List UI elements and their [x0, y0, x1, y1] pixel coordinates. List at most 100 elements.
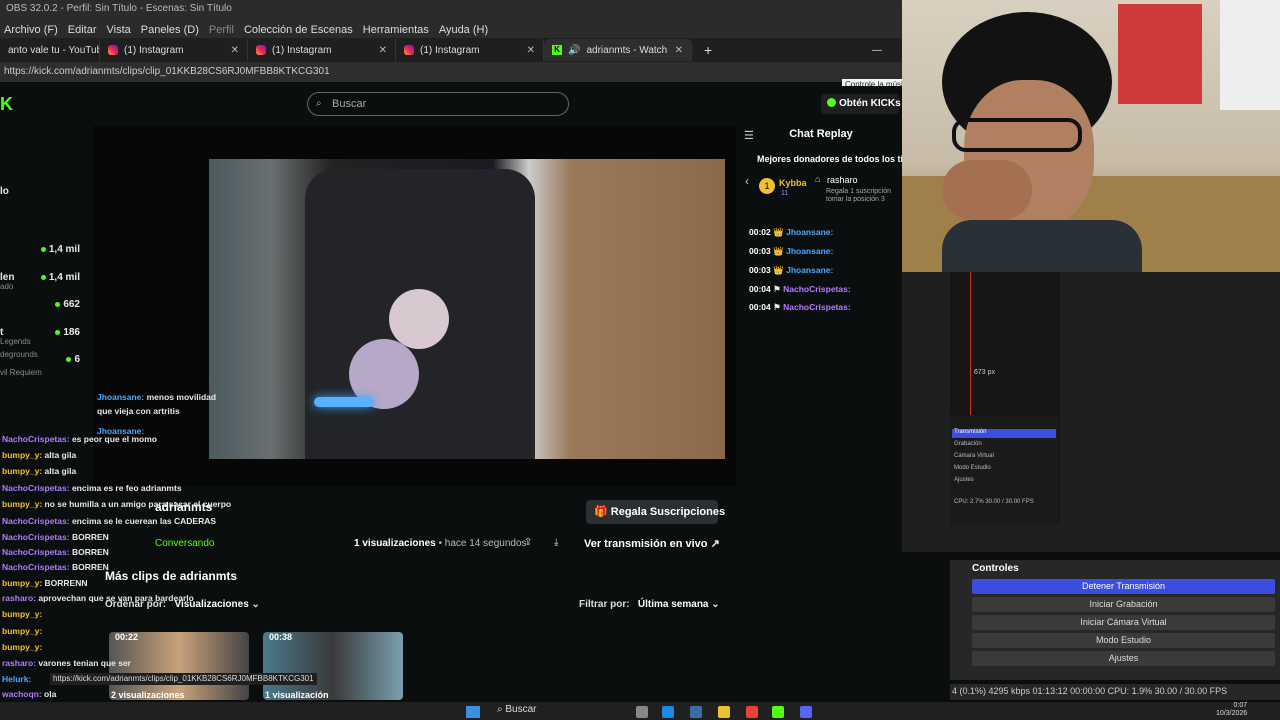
crown-icon: 👑 — [773, 265, 784, 275]
minimize-icon[interactable]: — — [872, 45, 882, 56]
tab-instagram-3[interactable]: (1) Instagram ✕ — [396, 39, 544, 61]
taskview-icon[interactable] — [636, 706, 648, 718]
overlay-line: bumpy_y: BORRENN — [2, 578, 88, 588]
address-bar[interactable]: https://kick.com/adrianmts/clips/clip_01… — [0, 62, 902, 82]
kick-logo[interactable]: K — [0, 94, 13, 115]
gift-subs-button[interactable]: 🎁 Regala Suscripciones — [586, 500, 725, 524]
menu-vista[interactable]: Vista — [107, 24, 131, 38]
overlay-line: Helurk: — [2, 674, 32, 684]
tab-kick[interactable]: K 🔊 adrianmts - Watch clips on Ki ✕ — [544, 39, 692, 61]
streamer-shirt — [942, 220, 1142, 272]
tab-instagram-1[interactable]: (1) Instagram ✕ — [100, 39, 248, 61]
video-frame[interactable] — [209, 159, 725, 459]
new-tab-icon[interactable]: + — [704, 42, 712, 58]
controls-title: Controles — [972, 563, 1019, 574]
overlay-line: rasharo: varones tenian que ser — [2, 658, 131, 668]
close-icon[interactable]: ✕ — [675, 45, 683, 56]
webcam-feed — [902, 0, 1280, 272]
kick-taskbar-icon[interactable] — [772, 706, 784, 718]
settings-button[interactable]: Ajustes — [972, 651, 1275, 666]
obs-status-bar: 4 (0.1%) 4295 kbps 01:13:12 00:00:00 CPU… — [950, 684, 1280, 700]
status-url: https://kick.com/adrianmts/clips/clip_01… — [50, 673, 317, 685]
chevron-down-icon: ⌄ — [251, 599, 260, 610]
stop-stream-button[interactable]: Detener Transmisión — [972, 579, 1275, 594]
obs-px-readout: 673 px — [974, 369, 996, 376]
overlay-line: bumpy_y: — [2, 609, 43, 619]
clip-thumbnail[interactable]: 00:38 1 visualización — [263, 632, 403, 700]
menu-perfil[interactable]: Perfil — [209, 24, 234, 38]
chevron-left-icon[interactable]: ‹ — [745, 174, 749, 188]
overlay-line: NachoCrispetas: es peor que el momo — [2, 434, 157, 444]
chrome-icon[interactable] — [746, 706, 758, 718]
overlay-line: NachoCrispetas: BORREN — [2, 532, 109, 542]
filter-by[interactable]: Filtrar por: Última semana ⌄ — [579, 599, 720, 610]
watch-live-button[interactable]: Ver transmisión en vivo ↗ — [584, 537, 720, 550]
obs-title: OBS 32.0.2 - Perfil: Sin Título - Escena… — [0, 0, 902, 22]
donor-name: Kybba — [779, 178, 807, 188]
folder-icon[interactable] — [718, 706, 730, 718]
chat-line: 00:03 👑 Jhoansane: — [749, 265, 834, 275]
tab-label: anto vale tu - YouTube — [8, 44, 100, 56]
crown-icon: 👑 — [773, 246, 784, 256]
menu-coleccion[interactable]: Colección de Escenas — [244, 24, 353, 38]
donor-count: 11 — [781, 190, 789, 197]
share-icon[interactable]: ⇪ — [524, 537, 532, 548]
close-icon[interactable]: ✕ — [527, 45, 535, 56]
wall-poster — [1118, 4, 1202, 104]
tab-instagram-2[interactable]: (1) Instagram ✕ — [248, 39, 396, 61]
menu-herramientas[interactable]: Herramientas — [363, 24, 429, 38]
studio-mode-button[interactable]: Modo Estudio — [972, 633, 1275, 648]
discord-icon[interactable] — [800, 706, 812, 718]
tab-label: (1) Instagram — [124, 44, 184, 56]
menu-editar[interactable]: Editar — [68, 24, 97, 38]
speaker-icon[interactable]: 🔊 — [568, 45, 580, 56]
kicks-icon — [827, 98, 836, 107]
search-icon: ⌕ — [316, 98, 322, 109]
chat-line: 00:02 👑 Jhoansane: — [749, 227, 834, 237]
tab-youtube[interactable]: anto vale tu - YouTube ✕ — [0, 39, 100, 61]
overlay-line: NachoCrispetas: encima se le cuerean las… — [2, 516, 217, 526]
crown-icon: 👑 — [773, 227, 784, 237]
chat-replay-title: Chat Replay — [789, 128, 853, 140]
close-icon[interactable]: ✕ — [379, 45, 387, 56]
kick-icon: K — [552, 45, 562, 55]
instagram-icon — [256, 45, 266, 55]
gift-icon: 🎁 — [594, 506, 608, 518]
obs-mini-controls: Transmisión Grabación Cámara Virtual Mod… — [950, 415, 1058, 525]
menu-archivo[interactable]: Archivo (F) — [4, 24, 58, 38]
start-recording-button[interactable]: Iniciar Grabación — [972, 597, 1275, 612]
gifter-name: rasharo — [827, 175, 858, 185]
search-input[interactable]: ⌕ Buscar — [307, 92, 569, 116]
donors-title: Mejores donadores de todos los ti — [757, 154, 904, 164]
instagram-icon — [108, 45, 118, 55]
overlay-line: wachoqn: ola — [2, 689, 57, 699]
browser-tabbar: anto vale tu - YouTube ✕ (1) Instagram ✕… — [0, 38, 902, 62]
clip-meta: 1 visualizaciones • hace 14 segundos — [354, 538, 527, 549]
windows-start-icon[interactable] — [466, 706, 480, 718]
get-kicks-label: Obtén KICKs — [839, 98, 901, 109]
wall-poster — [1220, 0, 1280, 110]
virtual-camera-button[interactable]: Iniciar Cámara Virtual — [972, 615, 1275, 630]
taskbar-search[interactable]: ⌕ Buscar — [497, 704, 537, 715]
taskbar-clock: 0:07 10/3/2026 — [1216, 702, 1248, 717]
close-icon[interactable]: ✕ — [231, 45, 239, 56]
overlay-line: NachoCrispetas: encima es re feo adrianm… — [2, 483, 182, 493]
chat-line: 00:04 ⚑ NachoCrispetas: — [749, 284, 851, 294]
gifter-text2: tomar la posición 3 — [826, 196, 885, 203]
donor-card: ‹ 1 Kybba 11 ⌂ rasharo Regala 1 suscripc… — [745, 172, 902, 208]
download-icon[interactable]: ⤓ — [554, 537, 558, 548]
shirt-flower — [389, 289, 449, 349]
sidebar: lo 1,4 mil len ado 1,4 mil 662 t Legends 186… — [0, 186, 80, 377]
store-icon[interactable] — [690, 706, 702, 718]
streamer-hand — [942, 160, 1032, 220]
menu-paneles[interactable]: Paneles (D) — [141, 24, 199, 38]
overlay-line: bumpy_y: — [2, 642, 43, 652]
gifter-text: Regala 1 suscripción — [826, 188, 891, 195]
chevron-down-icon: ⌄ — [711, 599, 720, 610]
edge-icon[interactable] — [662, 706, 674, 718]
external-link-icon: ↗ — [710, 538, 720, 550]
chat-line: 00:03 👑 Jhoansane: — [749, 246, 834, 256]
get-kicks-button[interactable]: Obtén KICKs — [821, 94, 901, 114]
overlay-line: NachoCrispetas: BORREN — [2, 562, 109, 572]
menu-ayuda[interactable]: Ayuda (H) — [439, 24, 488, 38]
